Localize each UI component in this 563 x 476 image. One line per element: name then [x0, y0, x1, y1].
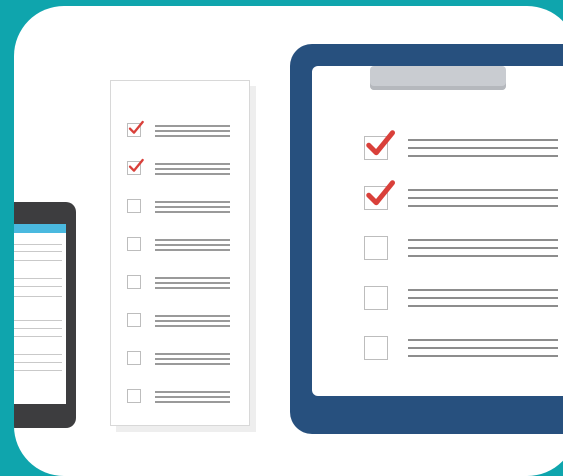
- text-line: [408, 205, 558, 207]
- clipboard-paper: [312, 66, 563, 396]
- text-line: [408, 355, 558, 357]
- checkbox: [127, 120, 144, 137]
- checkbox: [364, 286, 388, 310]
- tablet-screen: [14, 224, 66, 404]
- text-line: [408, 347, 558, 349]
- text-line: [155, 135, 230, 137]
- checkbox: [127, 199, 141, 213]
- checkbox: [364, 130, 395, 160]
- text-line: [155, 315, 230, 317]
- text-line: [408, 147, 558, 149]
- paper-checklist-item: [127, 199, 237, 213]
- checkbox: [127, 158, 144, 175]
- text-line: [155, 325, 230, 327]
- tablet-text-line: [14, 336, 62, 337]
- text-line: [408, 339, 558, 341]
- clipboard-clip: [370, 66, 506, 90]
- text-line: [155, 211, 230, 213]
- paper-checklist-item: [127, 351, 237, 365]
- paper-checklist-item: [127, 275, 237, 289]
- text-line: [408, 247, 558, 249]
- clipboard-checklist-item: [364, 180, 563, 210]
- checkbox: [364, 236, 388, 260]
- tablet-text-line: [14, 278, 62, 279]
- clipboard-checklist-item: [364, 286, 563, 310]
- text-line: [155, 244, 230, 246]
- paper-checklist: [110, 80, 250, 426]
- text-line: [408, 239, 558, 241]
- paper-checklist-item: [127, 158, 237, 175]
- text-line: [408, 255, 558, 257]
- checkbox: [364, 180, 395, 210]
- tablet-text-line: [14, 251, 62, 252]
- text-line: [155, 239, 230, 241]
- text-line: [408, 305, 558, 307]
- checkmark-icon: [366, 180, 395, 206]
- checkmark-icon: [128, 120, 144, 134]
- text-line: [155, 401, 230, 403]
- tablet-text-line: [14, 244, 62, 245]
- text-line: [155, 391, 230, 393]
- text-line: [155, 163, 230, 165]
- text-line: [408, 289, 558, 291]
- clipboard-checklist-item: [364, 236, 563, 260]
- tablet-text-line: [14, 260, 62, 261]
- checkbox: [127, 313, 141, 327]
- text-line: [155, 287, 230, 289]
- checkbox: [127, 389, 141, 403]
- clipboard-checklist-item: [364, 130, 563, 160]
- text-line: [155, 358, 230, 360]
- text-line: [408, 297, 558, 299]
- text-line: [155, 277, 230, 279]
- paper-checklist-item: [127, 389, 237, 403]
- tablet-text-line: [14, 320, 62, 321]
- text-line: [408, 197, 558, 199]
- checkbox: [364, 336, 388, 360]
- checkbox: [127, 351, 141, 365]
- text-line: [155, 130, 230, 132]
- checkbox: [127, 237, 141, 251]
- tablet-text-line: [14, 354, 62, 355]
- clipboard: [290, 44, 563, 434]
- text-line: [155, 201, 230, 203]
- text-line: [408, 189, 558, 191]
- tablet-text-line: [14, 362, 62, 363]
- checkmark-icon: [366, 130, 395, 156]
- text-line: [155, 363, 230, 365]
- tablet-text-line: [14, 286, 62, 287]
- paper-checklist-item: [127, 120, 237, 137]
- illustration-card: [14, 6, 563, 476]
- tablet-text-line: [14, 328, 62, 329]
- text-line: [155, 396, 230, 398]
- text-line: [155, 282, 230, 284]
- tablet-device: [14, 202, 76, 428]
- text-line: [155, 173, 230, 175]
- text-line: [155, 168, 230, 170]
- tablet-header-bar: [14, 224, 66, 233]
- checkbox: [127, 275, 141, 289]
- text-line: [408, 155, 558, 157]
- tablet-text-line: [14, 370, 62, 371]
- text-line: [155, 353, 230, 355]
- text-line: [408, 139, 558, 141]
- paper-checklist-item: [127, 313, 237, 327]
- text-line: [155, 206, 230, 208]
- text-line: [155, 320, 230, 322]
- clipboard-checklist-item: [364, 336, 563, 360]
- paper-checklist-item: [127, 237, 237, 251]
- text-line: [155, 125, 230, 127]
- checkmark-icon: [128, 158, 144, 172]
- tablet-text-line: [14, 296, 62, 297]
- text-line: [155, 249, 230, 251]
